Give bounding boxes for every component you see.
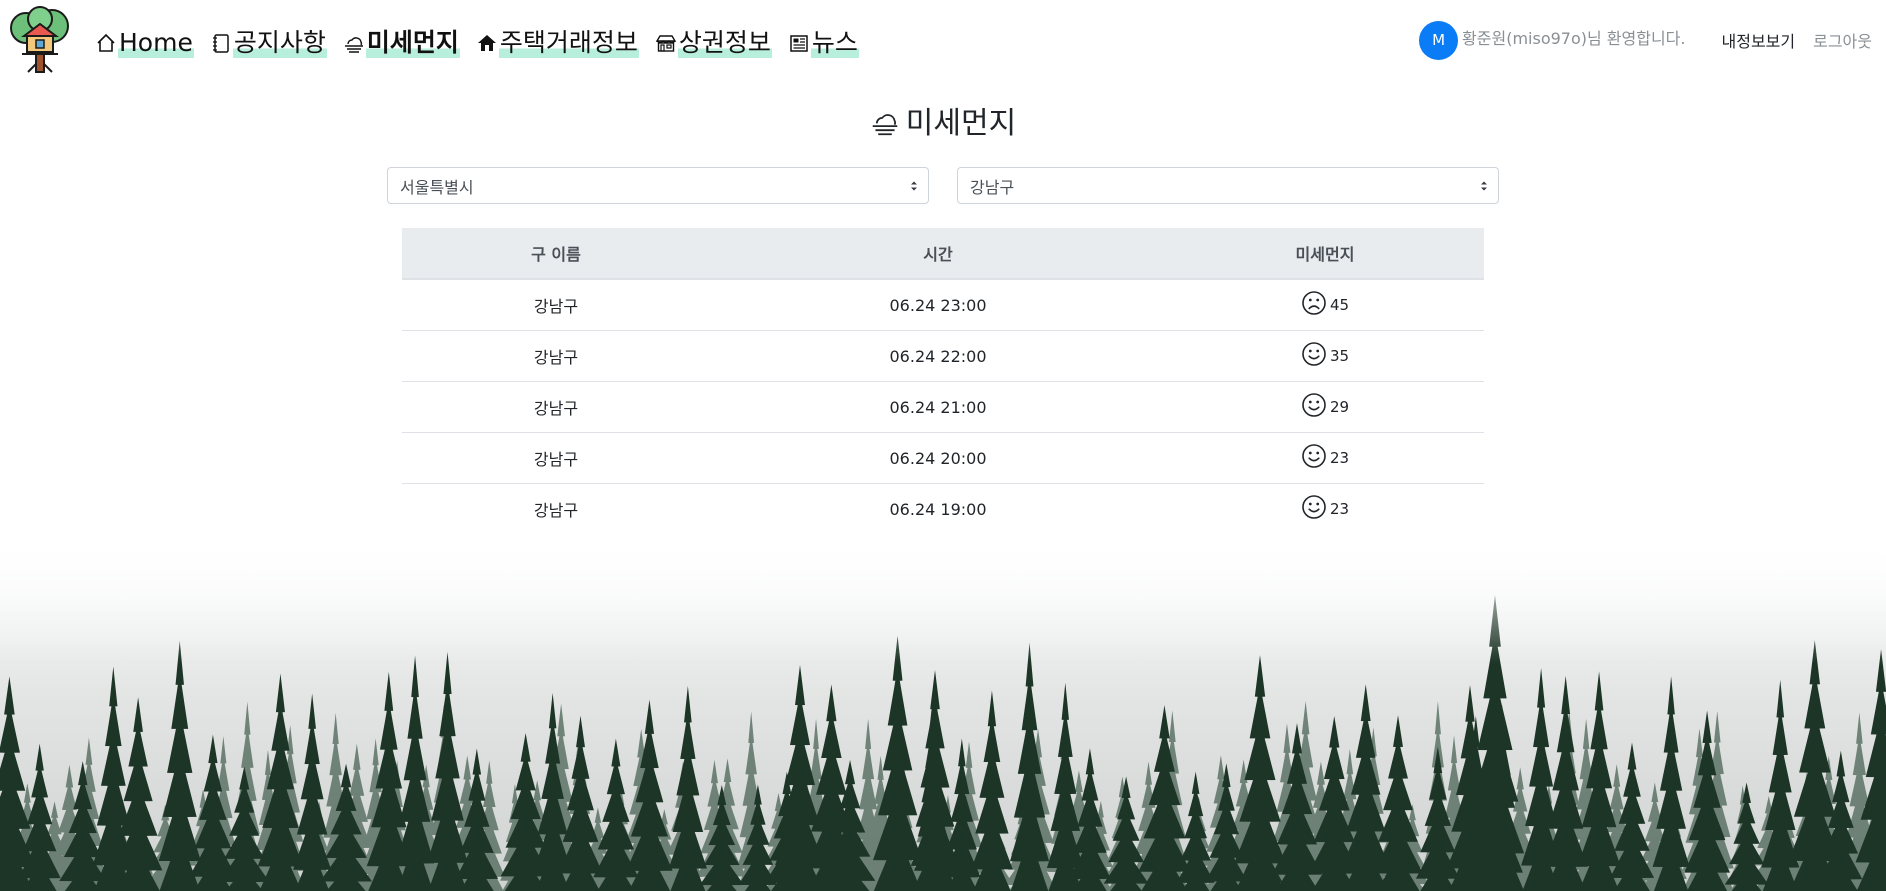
smile-face-icon [1301,443,1327,469]
table-header-row: 구 이름 시간 미세먼지 [402,228,1484,280]
nav-label-home: Home [118,28,194,58]
dust-indicator: 29 [1301,392,1349,418]
my-info-link[interactable]: 내정보보기 [1722,28,1796,52]
nav-item-commercial[interactable]: 상권정보 [655,28,772,58]
cell-district: 강남구 [533,501,579,520]
dust-value: 23 [1329,449,1350,467]
cell-district: 강남구 [402,330,710,382]
dust-value: 23 [1329,500,1350,518]
shop-icon [655,32,677,54]
cell-time: 06.24 19:00 [889,499,987,519]
avatar[interactable]: M [1419,20,1459,60]
cell-fine-dust: 45 [1166,279,1484,331]
dust-value: 35 [1329,347,1350,365]
user-name: 황준원(miso97o) [1462,29,1587,48]
nav-item-notice[interactable]: 공지사항 [210,28,327,58]
column-header-time: 시간 [710,228,1166,280]
table-row: 강남구 06.24 20:00 23 [402,432,1484,484]
dust-indicator: 23 [1301,443,1349,469]
cell-district: 강남구 [402,279,710,331]
column-header-fine-dust: 미세먼지 [1166,228,1484,280]
table-row: 강남구 06.24 19:00 23 [402,484,1484,535]
cloud-haze-icon [870,107,900,137]
nav-label-housing: 주택거래정보 [498,28,639,58]
cell-time: 06.24 21:00 [710,381,1166,433]
newspaper-icon [788,32,810,54]
table-row: 강남구 06.24 22:00 35 [402,330,1484,382]
district-select[interactable]: 강남구 [957,167,1499,204]
forest-trees-image [0,540,1886,891]
city-select[interactable]: 서울특별시 [387,167,929,204]
table-row: 강남구 06.24 23:00 45 [402,279,1484,331]
dust-value: 29 [1329,398,1350,416]
cell-fine-dust: 23 [1166,432,1484,484]
cell-time: 06.24 23:00 [710,279,1166,331]
table-body: 강남구 06.24 23:00 45 강남구 06.24 22:00 35 강남구 06.24… [402,279,1484,534]
logo-treehouse-icon[interactable] [6,6,74,74]
page-title: 미세먼지 [0,98,1886,142]
cell-district: 강남구 [402,381,710,433]
city-select-value: 서울특별시 [400,177,474,197]
nav-item-housing[interactable]: 주택거래정보 [476,28,639,58]
dust-value: 45 [1329,296,1350,314]
dust-indicator: 45 [1301,290,1349,316]
nav-label-commercial: 상권정보 [677,28,772,58]
page-title-text: 미세먼지 [905,106,1017,141]
cell-district: 강남구 [402,432,710,484]
forest-background [0,540,1886,891]
cloud-haze-icon [343,32,365,54]
home-icon [95,32,117,54]
frown-face-icon [1301,290,1327,316]
greeting-suffix: 님 환영합니다. [1587,29,1686,48]
nav-item-home[interactable]: Home [95,28,194,58]
user-area: M 황준원(miso97o)님 환영합니다. 내정보보기 로그아웃 [1419,20,1872,60]
fine-dust-table: 구 이름 시간 미세먼지 강남구 06.24 23:00 45 강남구 06.24 22… [402,228,1484,534]
table-row: 강남구 06.24 21:00 29 [402,381,1484,433]
smile-face-icon [1301,494,1327,520]
cell-fine-dust: 35 [1166,330,1484,382]
column-header-district: 구 이름 [402,228,710,280]
cell-time: 06.24 20:00 [710,432,1166,484]
logout-link[interactable]: 로그아웃 [1813,28,1872,52]
district-select-value: 강남구 [970,177,1015,197]
welcome-message: 황준원(miso97o)님 환영합니다. [1462,25,1685,49]
cell-fine-dust: 23 [1166,484,1484,535]
main-nav: Home 공지사항 미세먼지 주택거래정보 상권정보 뉴스 [95,22,875,58]
top-header: Home 공지사항 미세먼지 주택거래정보 상권정보 뉴스 M 황준원(miso… [0,0,1886,78]
nav-label-news: 뉴스 [810,28,859,58]
smile-face-icon [1301,341,1327,367]
smile-face-icon [1301,392,1327,418]
nav-label-notice: 공지사항 [232,28,327,58]
nav-label-fine-dust: 미세먼지 [365,28,460,58]
nav-item-news[interactable]: 뉴스 [788,28,859,58]
dust-indicator: 23 [1301,494,1349,520]
dust-indicator: 35 [1301,341,1349,367]
select-caret-icon [910,178,918,194]
cell-time: 06.24 22:00 [710,330,1166,382]
house-icon [476,32,498,54]
notebook-icon [210,32,232,54]
cell-fine-dust: 29 [1166,381,1484,433]
nav-item-fine-dust[interactable]: 미세먼지 [343,28,460,58]
select-caret-icon [1480,178,1488,194]
